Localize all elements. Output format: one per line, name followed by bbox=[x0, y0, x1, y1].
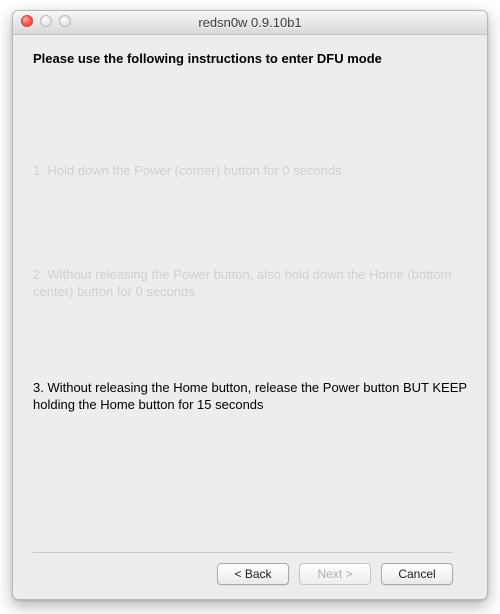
instructions-heading: Please use the following instructions to… bbox=[33, 51, 467, 66]
footer: < Back Next > Cancel bbox=[33, 552, 467, 599]
next-button: Next > bbox=[299, 563, 371, 585]
cancel-button[interactable]: Cancel bbox=[381, 563, 453, 585]
button-row: < Back Next > Cancel bbox=[33, 563, 453, 585]
maximize-icon bbox=[59, 15, 71, 27]
close-icon[interactable] bbox=[21, 15, 33, 27]
app-window: redsn0w 0.9.10b1 Please use the followin… bbox=[12, 10, 488, 600]
dfu-step-3: 3. Without releasing the Home button, re… bbox=[33, 379, 467, 414]
traffic-lights bbox=[21, 15, 71, 27]
back-button[interactable]: < Back bbox=[217, 563, 289, 585]
window-title: redsn0w 0.9.10b1 bbox=[13, 15, 487, 30]
minimize-icon bbox=[40, 15, 52, 27]
content-area: Please use the following instructions to… bbox=[13, 35, 487, 599]
footer-separator bbox=[33, 552, 453, 553]
dfu-step-1: 1. Hold down the Power (corner) button f… bbox=[33, 162, 467, 180]
titlebar[interactable]: redsn0w 0.9.10b1 bbox=[13, 11, 487, 35]
dfu-step-2: 2. Without releasing the Power button, a… bbox=[33, 266, 467, 301]
